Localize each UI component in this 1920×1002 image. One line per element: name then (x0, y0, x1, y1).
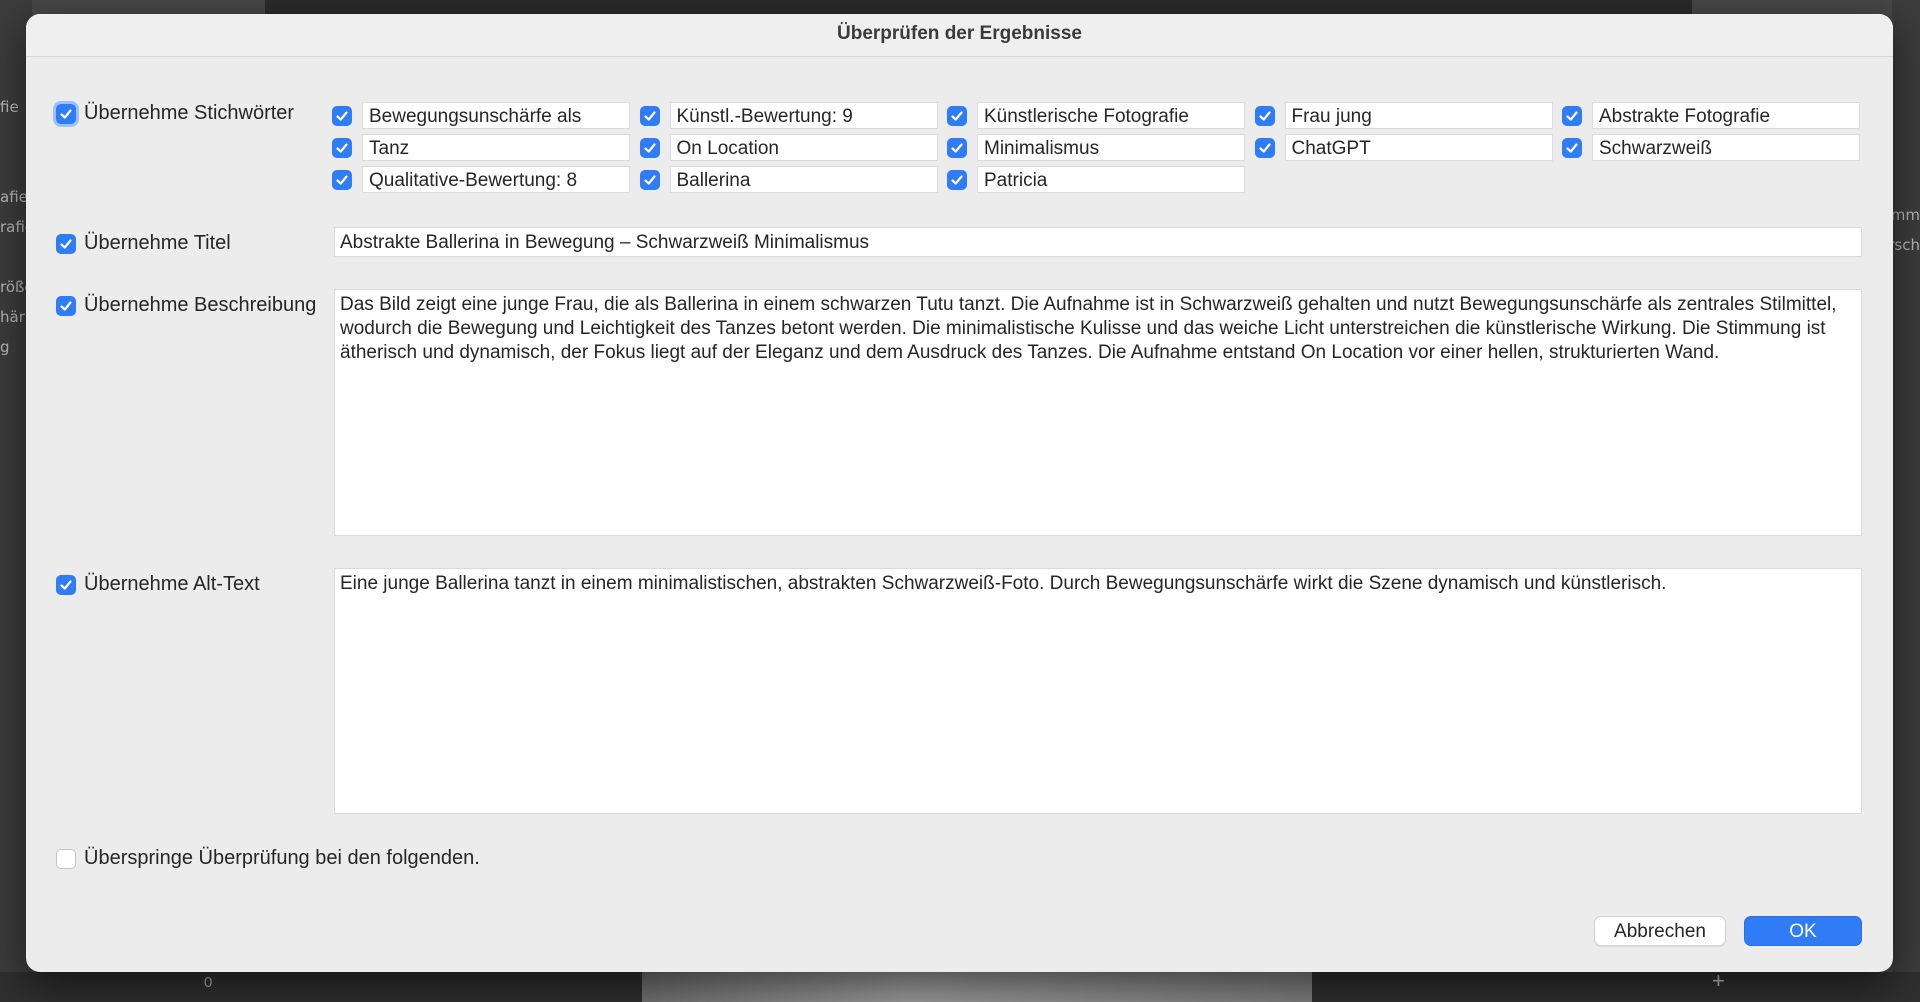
checkmark-icon (336, 174, 348, 185)
checkmark-icon (60, 579, 72, 590)
keyword-input[interactable]: Ballerina (669, 166, 938, 193)
keyword-checkbox[interactable] (639, 105, 660, 126)
keyword-item: Tanz (332, 134, 630, 161)
keyword-item: Bewegungsunschärfe als (332, 102, 630, 129)
keywords-checkbox[interactable] (56, 103, 76, 124)
keyword-checkbox[interactable] (1562, 105, 1582, 126)
keyword-item: Patricia (947, 166, 1245, 193)
keyword-item: Abstrakte Fotografie (1562, 102, 1860, 129)
checkmark-icon (643, 142, 656, 153)
app-top-bar (0, 0, 1920, 14)
checkmark-icon (951, 174, 963, 185)
keyword-input[interactable]: Minimalismus (977, 134, 1245, 161)
keyword-checkbox[interactable] (1254, 137, 1275, 158)
description-label: Übernehme Beschreibung (84, 294, 317, 316)
checkmark-icon (1566, 142, 1578, 153)
skip-review-checkbox[interactable] (56, 848, 76, 869)
keyword-input[interactable]: ChatGPT (1284, 134, 1553, 161)
checkmark-icon (336, 142, 348, 153)
keyword-item: Frau jung (1254, 102, 1553, 129)
description-checkbox[interactable] (56, 295, 76, 316)
description-textarea[interactable]: Das Bild zeigt eine junge Frau, die als … (334, 289, 1862, 536)
checkmark-icon (951, 110, 963, 121)
keywords-label: Übernehme Stichwörter (84, 102, 295, 124)
keyword-item: Künstlerische Fotografie (947, 102, 1245, 129)
title-row: Übernehme Titel (56, 232, 231, 255)
alt-text-label: Übernehme Alt-Text (84, 573, 260, 595)
keyword-item: Ballerina (639, 166, 938, 193)
keyword-checkbox[interactable] (1254, 105, 1275, 126)
keyword-input[interactable]: On Location (669, 134, 938, 161)
title-checkbox[interactable] (56, 233, 76, 254)
keyword-item: On Location (639, 134, 938, 161)
checkmark-icon (60, 108, 72, 119)
keyword-checkbox[interactable] (332, 105, 352, 126)
checkmark-icon (1258, 110, 1271, 121)
keywords-row: Übernehme Stichwörter (56, 102, 294, 125)
keyword-item: Künstl.-Bewertung: 9 (639, 102, 938, 129)
checkmark-icon (643, 110, 656, 121)
keyword-input[interactable]: Patricia (977, 166, 1245, 193)
keyword-checkbox[interactable] (639, 137, 660, 158)
dialog-title: Überprüfen der Ergebnisse (26, 14, 1893, 57)
alt-text-checkbox[interactable] (56, 574, 76, 595)
keyword-item: Minimalismus (947, 134, 1245, 161)
keyword-input[interactable]: Bewegungsunschärfe als (362, 102, 630, 129)
cancel-button[interactable]: Abbrechen (1594, 916, 1726, 946)
keyword-grid: Bewegungsunschärfe als Künstl.-Bewertung:… (332, 102, 1860, 202)
filmstrip-counter: 0 (204, 974, 213, 991)
checkmark-icon (1258, 142, 1271, 153)
keyword-input[interactable]: Frau jung (1284, 102, 1553, 129)
keyword-checkbox[interactable] (1562, 137, 1582, 158)
title-input[interactable]: Abstrakte Ballerina in Bewegung – Schwar… (334, 227, 1862, 257)
keyword-input[interactable]: Qualitative-Bewertung: 8 (362, 166, 630, 193)
keyword-input[interactable]: Künstl.-Bewertung: 9 (669, 102, 938, 129)
checkmark-icon (60, 238, 72, 249)
review-results-dialog: Überprüfen der Ergebnisse Übernehme Stic… (26, 14, 1893, 972)
checkmark-icon (336, 110, 348, 121)
keyword-checkbox[interactable] (947, 137, 967, 158)
keyword-input[interactable]: Abstrakte Fotografie (1592, 102, 1860, 129)
keyword-checkbox[interactable] (947, 105, 967, 126)
skip-review-label: Überspringe Überprüfung bei den folgende… (84, 847, 480, 869)
title-label: Übernehme Titel (84, 232, 231, 254)
keyword-item: ChatGPT (1254, 134, 1553, 161)
checkmark-icon (643, 174, 656, 185)
right-panel-text: mm rsch (1888, 206, 1920, 254)
keyword-input[interactable]: Künstlerische Fotografie (977, 102, 1245, 129)
checkmark-icon (951, 142, 963, 153)
skip-review-row: Überspringe Überprüfung bei den folgende… (56, 847, 480, 870)
checkmark-icon (60, 300, 72, 311)
keyword-checkbox[interactable] (332, 137, 352, 158)
description-row: Übernehme Beschreibung (56, 294, 316, 317)
keyword-checkbox[interactable] (332, 169, 352, 190)
keyword-checkbox[interactable] (947, 169, 967, 190)
keyword-input[interactable]: Tanz (362, 134, 630, 161)
keyword-item: Qualitative-Bewertung: 8 (332, 166, 630, 193)
ok-button[interactable]: OK (1744, 916, 1862, 946)
filmstrip-thumbnail[interactable] (642, 972, 1312, 1002)
keyword-item: Schwarzweiß (1562, 134, 1860, 161)
alt-text-row: Übernehme Alt-Text (56, 573, 260, 596)
keyword-input[interactable]: Schwarzweiß (1592, 134, 1860, 161)
alt-text-textarea[interactable]: Eine junge Ballerina tanzt in einem mini… (334, 568, 1862, 814)
checkmark-icon (1566, 110, 1578, 121)
keyword-checkbox[interactable] (639, 169, 660, 190)
